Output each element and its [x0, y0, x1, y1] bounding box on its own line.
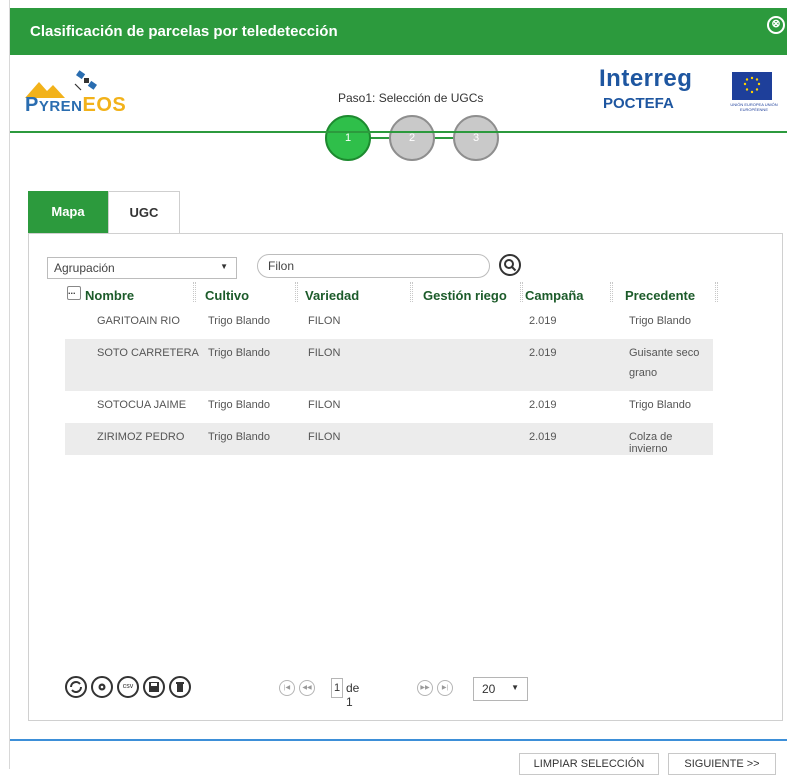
wizard-stepper: 1 2 3 — [325, 115, 505, 161]
first-page-icon[interactable]: |◀ — [279, 680, 295, 696]
cell-campana: 2.019 — [529, 399, 557, 411]
page-number-input[interactable]: 1 — [331, 678, 343, 698]
cell-campana: 2.019 — [529, 431, 557, 443]
column-resizer[interactable] — [520, 282, 523, 302]
table-row[interactable]: GARITOAIN RIO Trigo Blando FILON 2.019 T… — [65, 307, 713, 339]
eu-caption: UNIÓN EUROPEA UNIÓN EUROPÉENNE — [730, 102, 778, 112]
last-page-icon[interactable]: ▶| — [437, 680, 453, 696]
page-size-value: 20 — [482, 682, 496, 696]
cell-cultivo: Trigo Blando — [208, 347, 270, 359]
cell-cultivo: Trigo Blando — [208, 431, 270, 443]
dialog-title: Clasificación de parcelas por teledetecc… — [30, 23, 338, 40]
page-size-select[interactable]: 20 ▼ — [473, 677, 528, 701]
table-row[interactable]: ZIRIMOZ PEDRO Trigo Blando FILON 2.019 C… — [65, 423, 713, 455]
step-label: Paso1: Selección de UGCs — [338, 91, 484, 105]
cell-precedente: Trigo Blando — [629, 399, 691, 411]
left-border — [0, 0, 10, 769]
satellite-icon — [74, 70, 97, 91]
eu-flag-icon — [732, 72, 772, 100]
trash-icon[interactable] — [169, 676, 191, 698]
column-resizer[interactable] — [715, 282, 718, 302]
search-input[interactable]: Filon — [257, 254, 490, 278]
grouping-select[interactable]: Agrupación ▼ — [47, 257, 237, 279]
column-header-nombre[interactable]: Nombre — [85, 288, 134, 303]
column-header-gestion-riego[interactable]: Gestión riego — [423, 288, 507, 303]
column-header-campana[interactable]: Campaña — [525, 288, 584, 303]
wizard-header: PYRENEOS Paso1: Selección de UGCs 1 2 3 … — [10, 55, 787, 161]
chevron-down-icon: ▼ — [220, 262, 228, 271]
ugc-table: ... Nombre Cultivo Variedad Gestión rieg… — [65, 282, 718, 455]
tab-mapa[interactable]: Mapa — [28, 191, 108, 233]
pyreneos-wordmark: PYRENEOS — [25, 94, 126, 117]
cell-variedad: FILON — [308, 399, 341, 411]
table-row[interactable]: SOTOCUA JAIME Trigo Blando FILON 2.019 T… — [65, 391, 713, 423]
csv-export-button[interactable]: csv — [117, 676, 139, 698]
dialog-titlebar: Clasificación de parcelas por teledetecc… — [10, 8, 787, 55]
tab-ugc[interactable]: UGC — [108, 191, 180, 233]
cell-campana: 2.019 — [529, 347, 557, 359]
pyreneos-part-1: P — [25, 94, 39, 116]
previous-page-icon[interactable]: ◀◀ — [299, 680, 315, 696]
cell-variedad: FILON — [308, 431, 341, 443]
step-1[interactable]: 1 — [325, 115, 371, 161]
refresh-icon[interactable] — [65, 676, 87, 698]
column-header-variedad[interactable]: Variedad — [305, 288, 359, 303]
header-divider — [10, 131, 787, 133]
interreg-wordmark: Interreg — [599, 65, 693, 92]
cell-nombre: GARITOAIN RIO — [97, 315, 180, 327]
step-3[interactable]: 3 — [453, 115, 499, 161]
column-header-cultivo[interactable]: Cultivo — [205, 288, 249, 303]
grouping-value: Agrupación — [54, 261, 115, 275]
page-count: de 1 — [346, 681, 360, 709]
cell-variedad: FILON — [308, 347, 341, 359]
chevron-down-icon: ▼ — [511, 683, 519, 692]
column-resizer[interactable] — [410, 282, 413, 302]
save-icon[interactable] — [143, 676, 165, 698]
cell-nombre: SOTOCUA JAIME — [97, 399, 187, 411]
cell-precedente: Colza de invierno — [629, 431, 673, 455]
pyreneos-part-2: YREN — [38, 98, 83, 115]
cell-precedente: Guisante seco — [629, 347, 700, 359]
column-resizer[interactable] — [295, 282, 298, 302]
select-all-checkbox[interactable]: ... — [67, 286, 81, 300]
column-resizer[interactable] — [610, 282, 613, 302]
table-header: ... Nombre Cultivo Variedad Gestión rieg… — [65, 282, 718, 307]
settings-gear-icon[interactable] — [91, 676, 113, 698]
next-page-icon[interactable]: ▶▶ — [417, 680, 433, 696]
pyreneos-logo: PYRENEOS — [25, 70, 155, 117]
cell-variedad: FILON — [308, 315, 341, 327]
interreg-poctefa-logo: Interreg POCTEFA UNIÓN EUROPEA UNIÓN EUR… — [597, 65, 782, 123]
table-row[interactable]: SOTO CARRETERA Trigo Blando FILON 2.019 … — [65, 339, 713, 391]
footer-divider — [10, 739, 787, 741]
step-2[interactable]: 2 — [389, 115, 435, 161]
column-header-precedente[interactable]: Precedente — [625, 288, 695, 303]
cell-precedente-line-2: grano — [629, 367, 658, 379]
cell-precedente: Trigo Blando — [629, 315, 691, 327]
search-icon[interactable] — [499, 254, 521, 276]
close-icon[interactable]: ⊗ — [767, 16, 785, 34]
cell-nombre: SOTO CARRETERA — [97, 347, 199, 359]
cell-cultivo: Trigo Blando — [208, 399, 270, 411]
next-button[interactable]: SIGUIENTE >> — [668, 753, 776, 775]
poctefa-wordmark: POCTEFA — [603, 95, 674, 112]
pyreneos-part-3: EOS — [82, 94, 127, 116]
column-resizer[interactable] — [193, 282, 196, 302]
ugc-panel: Agrupación ▼ Filon ... Nombre Cultivo Va… — [28, 233, 783, 721]
clear-selection-button[interactable]: LIMPIAR SELECCIÓN — [519, 753, 659, 775]
cell-campana: 2.019 — [529, 315, 557, 327]
classification-dialog: Clasificación de parcelas por teledetecc… — [10, 8, 787, 775]
cell-cultivo: Trigo Blando — [208, 315, 270, 327]
cell-nombre: ZIRIMOZ PEDRO — [97, 431, 185, 443]
